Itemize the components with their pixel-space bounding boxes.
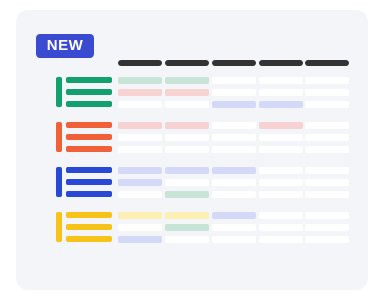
column-header-2 (165, 60, 209, 66)
orange-group-cell-r1-c1 (118, 122, 162, 129)
blue-group-icon-line-1 (66, 167, 112, 173)
green-group-icon-line-1 (66, 77, 112, 83)
blue-group-cell-r1-c4 (259, 167, 303, 174)
green-group-list-icon (56, 77, 112, 107)
yellow-group-icon-stem (56, 212, 62, 242)
orange-group-cell-r3-c1 (118, 146, 162, 153)
orange-group-cell-r1-c4 (259, 122, 303, 129)
new-badge: NEW (36, 34, 94, 58)
green-group-cell-r1-c1 (118, 77, 162, 84)
orange-group-cell-r2-c4 (259, 134, 303, 141)
blue-group-cell-r1-c5 (305, 167, 349, 174)
blue-group-cell-r3-c5 (305, 191, 349, 198)
yellow-group-icon-line-3 (66, 236, 112, 242)
orange-group-icon-line-3 (66, 146, 112, 152)
orange-group-cell-r2-c3 (212, 134, 256, 141)
yellow-group-cell-r2-c1 (118, 224, 162, 231)
green-group-cell-r3-c3 (212, 101, 256, 108)
orange-group-cell-r1-c3 (212, 122, 256, 129)
orange-group-cell-r3-c5 (305, 146, 349, 153)
green-group-cell-r2-c4 (259, 89, 303, 96)
yellow-group-cell-r3-c5 (305, 236, 349, 243)
green-group-icon-line-2 (66, 89, 112, 95)
orange-group-list-icon (56, 122, 112, 152)
orange-group-cell-r3-c2 (165, 146, 209, 153)
green-group-cell-r3-c1 (118, 101, 162, 108)
yellow-group-cell-r3-c2 (165, 236, 209, 243)
blue-group-icon-stem (56, 167, 62, 197)
yellow-group-list-icon (56, 212, 112, 242)
yellow-group-cell-r3-c1 (118, 236, 162, 243)
blue-group-cell-r1-c1 (118, 167, 162, 174)
column-header-1 (118, 60, 162, 66)
yellow-group-cell-r3-c3 (212, 236, 256, 243)
yellow-group-cell-r1-c4 (259, 212, 303, 219)
yellow-group-cell-r2-c4 (259, 224, 303, 231)
yellow-group-cell-r1-c5 (305, 212, 349, 219)
blue-group-cell-r3-c1 (118, 191, 162, 198)
orange-group-cell-r2-c2 (165, 134, 209, 141)
blue-group-cell-r1-c2 (165, 167, 209, 174)
blue-group-icon-line-3 (66, 191, 112, 197)
green-group-cell-r2-c3 (212, 89, 256, 96)
green-group-icon-line-3 (66, 101, 112, 107)
blue-group-cell-r3-c2 (165, 191, 209, 198)
orange-group-cell-r2-c5 (305, 134, 349, 141)
blue-group-cell-r3-c3 (212, 191, 256, 198)
green-group-icon-stem (56, 77, 62, 107)
yellow-group-cell-r2-c5 (305, 224, 349, 231)
yellow-group-cell-r2-c3 (212, 224, 256, 231)
yellow-group-cell-r3-c4 (259, 236, 303, 243)
green-group-cell-r1-c5 (305, 77, 349, 84)
column-header-3 (212, 60, 256, 66)
orange-group-cell-r1-c5 (305, 122, 349, 129)
green-group-cell-r2-c2 (165, 89, 209, 96)
orange-group-cell-r3-c3 (212, 146, 256, 153)
column-header-4 (259, 60, 303, 66)
orange-group-cell-r2-c1 (118, 134, 162, 141)
blue-group-cell-r2-c4 (259, 179, 303, 186)
blue-group-cell-r2-c2 (165, 179, 209, 186)
orange-group-icon-line-1 (66, 122, 112, 128)
green-group-cell-r1-c3 (212, 77, 256, 84)
yellow-group-cell-r1-c3 (212, 212, 256, 219)
blue-group-icon-line-2 (66, 179, 112, 185)
yellow-group-cell-r2-c2 (165, 224, 209, 231)
blue-group-cell-r2-c5 (305, 179, 349, 186)
blue-group-cell-r1-c3 (212, 167, 256, 174)
yellow-group-cell-r1-c2 (165, 212, 209, 219)
blue-group-cell-r2-c1 (118, 179, 162, 186)
green-group-cell-r1-c2 (165, 77, 209, 84)
green-group-cell-r1-c4 (259, 77, 303, 84)
blue-group-cell-r2-c3 (212, 179, 256, 186)
green-group-cell-r2-c5 (305, 89, 349, 96)
yellow-group-icon-line-1 (66, 212, 112, 218)
orange-group-cell-r3-c4 (259, 146, 303, 153)
green-group-cell-r3-c4 (259, 101, 303, 108)
blue-group-list-icon (56, 167, 112, 197)
orange-group-icon-stem (56, 122, 62, 152)
yellow-group-cell-r1-c1 (118, 212, 162, 219)
green-group-cell-r3-c5 (305, 101, 349, 108)
green-group-cell-r3-c2 (165, 101, 209, 108)
yellow-group-icon-line-2 (66, 224, 112, 230)
orange-group-cell-r1-c2 (165, 122, 209, 129)
orange-group-icon-line-2 (66, 134, 112, 140)
blue-group-cell-r3-c4 (259, 191, 303, 198)
green-group-cell-r2-c1 (118, 89, 162, 96)
column-header-5 (305, 60, 349, 66)
